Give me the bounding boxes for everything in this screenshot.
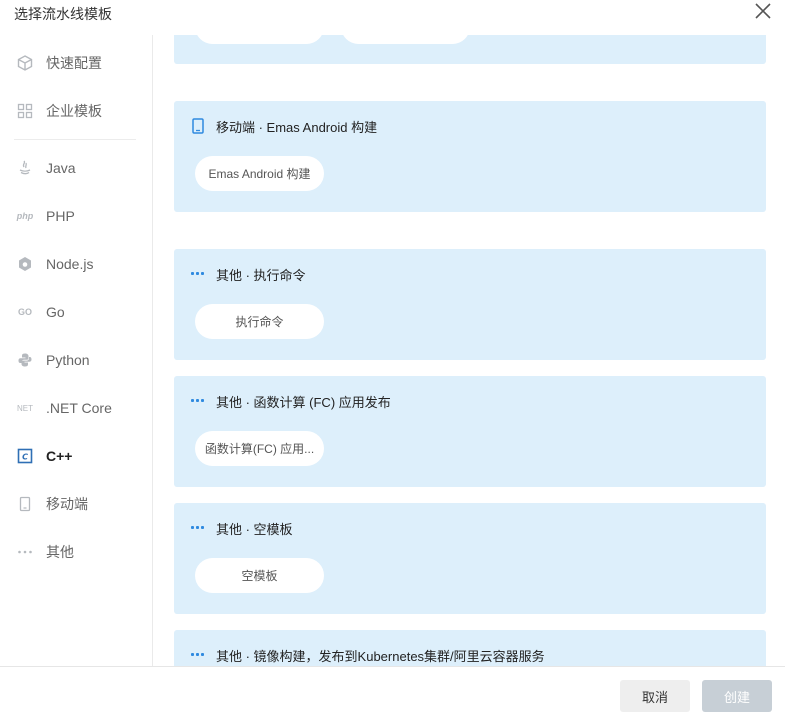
close-button[interactable] bbox=[753, 1, 773, 21]
mobile-icon bbox=[16, 495, 34, 513]
template-option-button[interactable] bbox=[341, 35, 470, 44]
sidebar-item-label: 快速配置 bbox=[46, 55, 102, 71]
template-card bbox=[174, 35, 766, 64]
sidebar-item-label: 移动端 bbox=[46, 496, 88, 512]
template-card-empty-template: 其他 · 空模板 空模板 bbox=[174, 503, 766, 614]
more-icon bbox=[191, 520, 207, 534]
sidebar-item-quick-config[interactable]: 快速配置 bbox=[0, 43, 153, 83]
python-icon bbox=[16, 351, 34, 369]
svg-text:C: C bbox=[22, 453, 28, 462]
dialog-footer: 取消 创建 bbox=[0, 666, 785, 724]
dialog-title: 选择流水线模板 bbox=[14, 6, 112, 22]
template-card-title: 其他 · 镜像构建，发布到Kubernetes集群/阿里云容器服务 bbox=[216, 649, 545, 664]
cancel-button[interactable]: 取消 bbox=[620, 680, 690, 712]
template-card-title: 其他 · 执行命令 bbox=[216, 268, 306, 283]
template-option-button[interactable]: 空模板 bbox=[195, 558, 324, 593]
more-icon bbox=[16, 543, 34, 561]
sidebar-item-label: Python bbox=[46, 352, 90, 368]
sidebar-item-enterprise-templates[interactable]: 企业模板 bbox=[0, 91, 153, 131]
sidebar-item-label: 企业模板 bbox=[46, 103, 102, 119]
sidebar-item-label: Node.js bbox=[46, 256, 94, 272]
sidebar-item-other[interactable]: 其他 bbox=[0, 532, 153, 572]
dialog-header: 选择流水线模板 bbox=[0, 0, 785, 35]
template-card-title: 其他 · 函数计算 (FC) 应用发布 bbox=[216, 395, 391, 410]
sidebar-item-label: 其他 bbox=[46, 544, 74, 560]
sidebar: 快速配置 企业模板 Java php PHP Node.js GO Go Pyt… bbox=[0, 35, 153, 666]
sidebar-divider bbox=[14, 139, 136, 140]
template-card-title: 其他 · 空模板 bbox=[216, 522, 293, 537]
sidebar-item-cpp[interactable]: C C++ bbox=[0, 436, 153, 476]
sidebar-item-label: Java bbox=[46, 160, 76, 176]
template-card-fc-deploy: 其他 · 函数计算 (FC) 应用发布 函数计算(FC) 应用... bbox=[174, 376, 766, 487]
template-option-button[interactable] bbox=[195, 35, 324, 44]
mobile-icon bbox=[191, 118, 205, 134]
template-option-button[interactable]: Emas Android 构建 bbox=[195, 156, 324, 191]
template-option-button[interactable]: 函数计算(FC) 应用... bbox=[195, 431, 324, 466]
create-button[interactable]: 创建 bbox=[702, 680, 772, 712]
template-card-exec-command: 其他 · 执行命令 执行命令 bbox=[174, 249, 766, 360]
more-icon bbox=[191, 647, 207, 661]
sidebar-item-label: C++ bbox=[46, 448, 73, 464]
sidebar-item-label: PHP bbox=[46, 208, 75, 224]
nodejs-icon bbox=[16, 255, 34, 273]
cube-icon bbox=[16, 54, 34, 72]
cpp-icon: C bbox=[16, 447, 34, 465]
close-icon bbox=[755, 3, 771, 19]
sidebar-item-label: Go bbox=[46, 304, 65, 320]
template-list: 移动端 · Emas Android 构建 Emas Android 构建 其他… bbox=[154, 35, 785, 666]
sidebar-item-mobile[interactable]: 移动端 bbox=[0, 484, 153, 524]
sidebar-item-python[interactable]: Python bbox=[0, 340, 153, 380]
php-icon: php bbox=[16, 211, 34, 221]
template-card-emas-android: 移动端 · Emas Android 构建 Emas Android 构建 bbox=[174, 101, 766, 212]
more-icon bbox=[191, 393, 207, 407]
template-option-button[interactable]: 执行命令 bbox=[195, 304, 324, 339]
sidebar-item-label: .NET Core bbox=[46, 400, 112, 416]
dotnet-icon: NET bbox=[17, 403, 33, 413]
template-dialog: 选择流水线模板 快速配置 企业模板 Java php PHP Node.js G… bbox=[0, 0, 785, 724]
grid-icon bbox=[16, 102, 34, 120]
template-card-title: 移动端 · Emas Android 构建 bbox=[216, 120, 378, 135]
sidebar-item-php[interactable]: php PHP bbox=[0, 196, 153, 236]
sidebar-item-go[interactable]: GO Go bbox=[0, 292, 153, 332]
sidebar-item-dotnet-core[interactable]: NET .NET Core bbox=[0, 388, 153, 428]
sidebar-item-nodejs[interactable]: Node.js bbox=[0, 244, 153, 284]
java-icon bbox=[16, 159, 34, 177]
sidebar-item-java[interactable]: Java bbox=[0, 148, 153, 188]
go-icon: GO bbox=[17, 307, 32, 317]
more-icon bbox=[191, 266, 207, 280]
template-card-k8s-image: 其他 · 镜像构建，发布到Kubernetes集群/阿里云容器服务 bbox=[174, 630, 766, 666]
